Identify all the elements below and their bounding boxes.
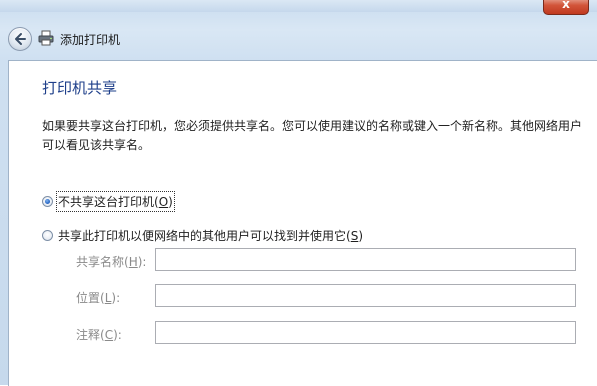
radio-share[interactable]: 共享此打印机以便网络中的其他用户可以找到并使用它(S) <box>42 227 363 244</box>
location-label: 位置(L): <box>76 291 121 305</box>
wizard-title: 添加打印机 <box>60 33 121 47</box>
wizard-window: x 添加打印机 打印机共享 如果要共享这台打印机，您必须提供共享名。您可以使用建… <box>0 0 597 386</box>
page-description: 如果要共享这台打印机，您必须提供共享名。您可以使用建议的名称或键入一个新名称。其… <box>42 119 583 152</box>
close-button[interactable]: x <box>543 0 589 15</box>
navigation-bar: 添加打印机 <box>0 24 597 54</box>
content-pane: 打印机共享 如果要共享这台打印机，您必须提供共享名。您可以使用建议的名称或键入一… <box>8 60 597 386</box>
printer-icon <box>38 30 54 46</box>
share-name-field[interactable] <box>155 248 576 271</box>
comment-label: 注释(C): <box>76 328 122 342</box>
page-heading: 打印机共享 <box>42 79 118 97</box>
close-icon: x <box>562 0 570 11</box>
radio-button-no-share[interactable] <box>42 196 53 207</box>
radio-no-share[interactable]: 不共享这台打印机(O) <box>42 191 175 212</box>
comment-field[interactable] <box>155 321 576 344</box>
back-button[interactable] <box>8 27 32 51</box>
title-bar <box>0 0 597 12</box>
back-arrow-icon <box>15 33 26 45</box>
share-name-label: 共享名称(H): <box>76 255 147 269</box>
radio-label-no-share[interactable]: 不共享这台打印机(O) <box>56 191 175 212</box>
location-field[interactable] <box>155 284 576 307</box>
radio-button-share[interactable] <box>42 230 53 241</box>
radio-label-share[interactable]: 共享此打印机以便网络中的其他用户可以找到并使用它(S) <box>58 227 363 244</box>
